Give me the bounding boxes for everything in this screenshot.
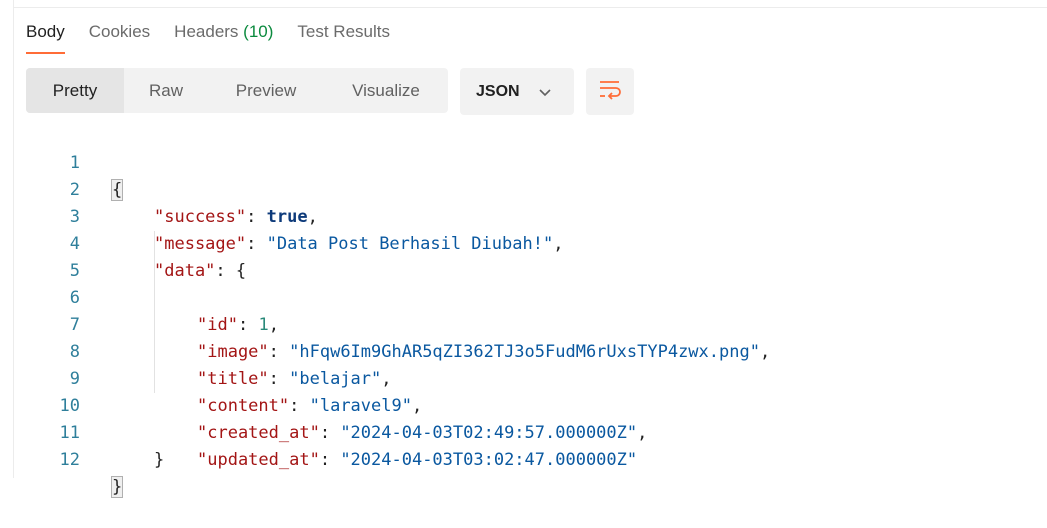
response-tabs: Body Cookies Headers (10) Test Results: [26, 18, 390, 56]
indent-guide: [154, 231, 155, 258]
code-line: 4 "data": {: [26, 204, 1036, 281]
top-panel-border: [13, 0, 1047, 8]
indent-guide: [154, 285, 155, 312]
line-number: 12: [59, 450, 80, 470]
code-line: 1 {: [26, 123, 1036, 201]
view-pretty-button[interactable]: Pretty: [26, 68, 124, 113]
code-line: 8 "content": "laravel9",: [26, 312, 1036, 416]
code-line: 3 "message": "Data Post Berhasil Diubah!…: [26, 177, 1036, 254]
json-key: "updated_at": [197, 450, 320, 470]
view-preview-button[interactable]: Preview: [208, 68, 324, 113]
format-dropdown[interactable]: JSON: [460, 68, 574, 115]
wrap-text-icon: [597, 78, 623, 105]
view-mode-switcher: Pretty Raw Preview Visualize: [26, 68, 448, 113]
left-panel-border: [0, 0, 14, 478]
indent-guide: [154, 258, 155, 285]
code-line: 12 }: [26, 420, 1036, 498]
tab-headers-label: Headers: [174, 22, 239, 41]
headers-count-badge: (10): [243, 22, 274, 41]
code-line: 5 "id": 1,: [26, 231, 1036, 335]
tab-test-results[interactable]: Test Results: [297, 18, 390, 56]
json-value: "2024-04-03T03:02:47.000000Z": [340, 450, 638, 470]
matching-bracket-close: }: [110, 476, 124, 498]
tab-headers[interactable]: Headers (10): [174, 18, 273, 56]
code-line: 6 "image": "hFqw6Im9GhAR5qZI362TJ3o5FudM…: [26, 258, 1036, 362]
tab-body[interactable]: Body: [26, 18, 65, 56]
tab-cookies[interactable]: Cookies: [89, 18, 150, 56]
code-line: 2 "success": true,: [26, 150, 1036, 227]
chevron-down-icon: [538, 85, 552, 99]
format-selected-value: JSON: [476, 82, 520, 100]
view-visualize-button[interactable]: Visualize: [324, 68, 448, 113]
code-line: 11 }: [26, 393, 1036, 470]
code-line: 9 "created_at": "2024-04-03T02:49:57.000…: [26, 339, 1036, 443]
indent-guide: [154, 339, 155, 366]
indent-guide: [154, 366, 155, 393]
code-line: 7 "title": "belajar",: [26, 285, 1036, 389]
code-line: 10 "updated_at": "2024-04-03T03:02:47.00…: [26, 366, 1036, 470]
view-raw-button[interactable]: Raw: [124, 68, 208, 113]
wrap-lines-button[interactable]: [586, 68, 634, 115]
indent-guide: [154, 312, 155, 339]
response-body-editor[interactable]: 1 { 2 "success": true, 3 "message": "Dat…: [26, 123, 1036, 498]
